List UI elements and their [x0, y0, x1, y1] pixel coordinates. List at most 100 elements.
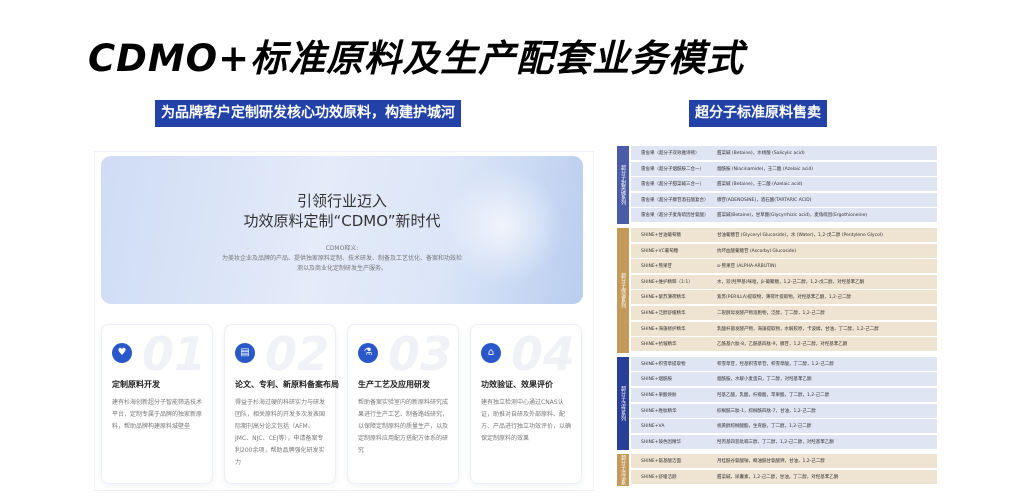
table-row: 雷舍果（超分子烟酰胺二合一） 烟酰胺 (Niacinamide)，壬二酸 (Aze…: [631, 161, 937, 177]
product-name: SHINE+玻色因精华: [641, 439, 682, 445]
product-name: SHINE+积雪草提取物: [641, 361, 686, 367]
product-name: SHINE+VC葡萄糖: [641, 248, 679, 254]
table-row: SHINE+胜肽精华 棕榈酰三肽-1，棕榈酰四肽-7，甘油，1,2-己二醇: [631, 403, 937, 419]
table-row: 雷舍果（超分子双效雅诗顿） 甜菜碱 (Betaine)，水杨酸 (Salicyli…: [631, 146, 937, 161]
table-row: SHINE+VC葡萄糖 抗坏血酸葡糖苷 (Ascorbyl Glucoside): [631, 243, 937, 259]
product-name: 雷舍果（超分子甜菜碱三合一）: [641, 182, 704, 188]
card-number: 04: [510, 327, 575, 381]
product-ingredients: 棕榈酰三肽-1，棕榈酰四肽-7，甘油，1,2-己二醇: [717, 408, 816, 414]
hero-title-line2: 功效原料定制“CDMO”新时代: [243, 212, 441, 230]
product-name: SHINE+海藻修护精华: [641, 326, 686, 332]
product-name: SHINE+维护精粹（1:1）: [641, 279, 693, 285]
heart-hand-icon: ♥: [112, 343, 132, 363]
hero-description: 为美妆企业及品牌的产品、提供独家原料定制、技术研发、制备及工艺优化、备案和功效检…: [222, 255, 463, 272]
card-description: 得益于杉海过硬的科研实力与研发团队，相关原料的开发多次发表国际期刊高分论文包括（…: [235, 399, 326, 466]
table-section: 超分子保湿系列 SHINE+甘油葡萄糖 甘油葡糖苷 (Glyceryl Glucos…: [617, 228, 937, 353]
product-ingredients: 甘油葡糖苷 (Glyceryl Glucoside)，水 (Water)，1,2…: [717, 233, 883, 238]
product-name: SHINE+VA: [641, 423, 665, 429]
card-number: 02: [264, 327, 329, 381]
table-row: SHINE+熊果苷 α-熊果苷 (ALPHA-ARBUTIN): [631, 259, 937, 275]
table-section: 超分子活性系列 SHINE+积雪草提取物 积雪草苷，羟基积雪草苷，积雪草酸，丁二醇，…: [617, 356, 937, 451]
product-ingredients: 紫苏(PERILLA)提取物，薄荷叶提取物，对羟基苯乙酮，1,2-己二醇: [717, 295, 851, 301]
product-name: SHINE+熊果苷: [641, 264, 673, 270]
card-title: 功效验证、效果评价: [481, 380, 553, 389]
product-ingredients: 腺苷(ADENOSINE)，酒石酸(TARTARIC ACID): [717, 197, 812, 203]
product-name: SHINE+舒缓洁颜: [641, 474, 677, 480]
card-title: 定制原料开发: [112, 380, 160, 389]
table-row: SHINE+玻色因精华 羟丙基四氢吡喃三醇，丁二醇，1,2-己二醇，对羟基苯乙酮: [631, 434, 937, 450]
product-name: 雷舍果（超分子麦角硫因甘氨酸）: [641, 213, 709, 219]
table-row: SHINE+积雪草提取物 积雪草苷，羟基积雪草苷，积雪草酸，丁二醇，1,2-己二醇: [631, 356, 937, 372]
product-table: 超分子甜菜碱系列 雷舍果（超分子双效雅诗顿） 甜菜碱 (Betaine)，水杨酸 (…: [608, 146, 937, 491]
hero-banner: 引领行业迈入 功效原料定制“CDMO”新时代 CDMO释义: 为美妆企业及品牌的…: [101, 156, 583, 304]
left-tag: 为品牌客户定制研发核心功效原料，构建护城河: [155, 100, 461, 127]
product-name: SHINE+胜肽精华: [641, 408, 677, 414]
product-name: SHINE+烟酰胺: [641, 377, 673, 383]
table-row: 雷舍果（超分子甜菜碱三合一） 甜菜碱 (Betaine)，壬二酸 (Azelaic…: [631, 177, 937, 193]
section-label: 超分子保湿系列: [617, 228, 629, 353]
section-label: 超分子甜菜碱系列: [617, 146, 629, 224]
table-row: SHINE+抗皱精华 乙酰基六肽-8，乙酰基四肽-9，腺苷，1,2-己二醇，对羟基…: [631, 337, 937, 353]
product-ingredients: α-熊果苷 (ALPHA-ARBUTIN): [717, 264, 777, 270]
document-icon: ▤: [235, 343, 255, 363]
table-row: SHINE+维护精粹（1:1） 水，双(羟甲基)咪唑，β-葡聚糖，1,2-己二醇，…: [631, 274, 937, 290]
table-section: 超分子甜菜碱系列 雷舍果（超分子双效雅诗顿） 甜菜碱 (Betaine)，水杨酸 (…: [617, 146, 937, 224]
product-ingredients: 月桂酰谷氨酸钠，椰油酰甘氨酸钾，甘油，1,2-己二醇: [717, 459, 825, 465]
product-name: 雷舍果（超分子腺苷酒石酸复合）: [641, 197, 709, 203]
product-ingredients: 羟基乙酸，乳酸，柠檬酸，苹果酸，丁二醇，1,2-己二醇: [717, 392, 830, 398]
product-ingredients: 水，双(羟甲基)咪唑，β-葡聚糖，1,2-己二醇，1,2-戊二醇，对羟基苯乙酮: [717, 279, 865, 285]
card-description: 建有独立检测中心通过CNAS认证，助推对自研及外部原料、配方、产品进行独立功效评…: [481, 399, 572, 442]
table-row: SHINE+甘油葡萄糖 甘油葡糖苷 (Glyceryl Glucoside)，水 …: [631, 228, 937, 243]
table-row: SHINE+泛醇舒缓精华 二裂酵母发酵产物溶胞物，泛醇，丁二醇，1,2-己二醇: [631, 306, 937, 321]
service-cards: 01 ♥ 定制原料开发 建有杉海创新超分子智能筛选技术平台，定制专属于品牌的独家…: [101, 324, 583, 484]
product-ingredients: 二裂酵母发酵产物溶胞物，泛醇，丁二醇，1,2-己二醇: [717, 311, 825, 316]
right-tag: 超分子标准原料售卖: [689, 100, 827, 127]
product-ingredients: 羟丙基四氢吡喃三醇，丁二醇，1,2-己二醇，对羟基苯乙酮: [717, 439, 834, 445]
product-name: 雷舍果（超分子双效雅诗顿）: [641, 151, 700, 156]
product-name: 雷舍果（超分子烟酰胺二合一）: [641, 166, 704, 172]
table-row: SHINE+紫苏薄荷精华 紫苏(PERILLA)提取物，薄荷叶提取物，对羟基苯乙酮…: [631, 290, 937, 306]
product-ingredients: 甜菜碱，尿囊素，1,2-己二醇，甘油，丁二醇，对羟基苯乙酮: [717, 474, 839, 480]
table-row: 雷舍果（超分子麦角硫因甘氨酸） 甜菜碱(Betaine)，甘草酸(Glycyrrh…: [631, 208, 937, 224]
hero-subtitle: CDMO释义:: [325, 245, 359, 252]
cdmo-panel: 引领行业迈入 功效原料定制“CDMO”新时代 CDMO释义: 为美妆企业及品牌的…: [94, 151, 594, 491]
card-number: 03: [387, 327, 452, 381]
house-icon: ⌂: [481, 343, 501, 363]
table-row: SHINE+VA 视黄醇棕榈酸酯，生育酚，丁二醇，1,2-己二醇: [631, 419, 937, 435]
table-row: SHINE+氨基酸洁面 月桂酰谷氨酸钠，椰油酰甘氨酸钾，甘油，1,2-己二醇: [631, 454, 937, 470]
product-name: SHINE+果酸焕肤: [641, 392, 677, 398]
service-card: 03 ⚗ 生产工艺及应用研发 帮助备案实验室内的新原料研究成果进行生产工艺、制备…: [347, 324, 459, 484]
product-ingredients: 抗坏血酸葡糖苷 (Ascorbyl Glucoside): [717, 248, 797, 254]
product-name: SHINE+紫苏薄荷精华: [641, 295, 686, 301]
product-ingredients: 甜菜碱(Betaine)，甘草酸(Glycyrrhizic acid)，麦角硫因…: [717, 213, 868, 219]
product-ingredients: 乙酰基六肽-8，乙酰基四肽-9，腺苷，1,2-己二醇，对羟基苯乙酮: [717, 342, 848, 348]
service-card: 02 ▤ 论文、专利、新原料备案布局 得益于杉海过硬的科研实力与研发团队，相关原…: [224, 324, 339, 484]
section-label: 超分子清洁系列: [608, 454, 629, 486]
product-ingredients: 乳酸杆菌发酵产物，海藻提取物，水解胶原，卡波姆，甘油，丁二醇，1,2-己二醇: [717, 326, 879, 332]
product-ingredients: 甜菜碱 (Betaine)，壬二酸 (Azelaic acid): [717, 182, 803, 188]
table-row: SHINE+果酸焕肤 羟基乙酸，乳酸，柠檬酸，苹果酸，丁二醇，1,2-己二醇: [631, 387, 937, 403]
product-ingredients: 视黄醇棕榈酸酯，生育酚，丁二醇，1,2-己二醇: [717, 424, 812, 430]
table-row: 雷舍果（超分子腺苷酒石酸复合） 腺苷(ADENOSINE)，酒石酸(TARTARI…: [631, 192, 937, 208]
product-ingredients: 甜菜碱 (Betaine)，水杨酸 (Salicylic acid): [717, 151, 805, 156]
product-ingredients: 积雪草苷，羟基积雪草苷，积雪草酸，丁二醇，1,2-己二醇: [717, 361, 834, 367]
product-ingredients: 烟酰胺 (Niacinamide)，壬二酸 (Azelaic acid): [717, 166, 814, 172]
product-name: SHINE+氨基酸洁面: [641, 459, 682, 465]
table-section: 超分子清洁系列 SHINE+氨基酸洁面 月桂酰谷氨酸钠，椰油酰甘氨酸钾，甘油，1,2…: [608, 454, 937, 486]
service-card: 01 ♥ 定制原料开发 建有杉海创新超分子智能筛选技术平台，定制专属于品牌的独家…: [101, 324, 213, 484]
card-title: 生产工艺及应用研发: [358, 380, 430, 389]
product-ingredients: 烟酰胺，水解小麦蛋白，丁二醇，对羟基苯乙酮: [717, 377, 812, 383]
table-row: SHINE+海藻修护精华 乳酸杆菌发酵产物，海藻提取物，水解胶原，卡波姆，甘油，丁…: [631, 321, 937, 337]
page-title: CDMO+标准原料及生产配套业务模式: [88, 37, 745, 80]
section-label: 超分子活性系列: [617, 356, 629, 451]
product-name: SHINE+甘油葡萄糖: [641, 233, 682, 238]
hero-title-line1: 引领行业迈入: [296, 192, 387, 210]
card-description: 建有杉海创新超分子智能筛选技术平台，定制专属于品牌的独家新原料，帮助品牌构建原料…: [112, 399, 203, 430]
table-row: SHINE+舒缓洁颜 甜菜碱，尿囊素，1,2-己二醇，甘油，丁二醇，对羟基苯乙酮: [631, 469, 937, 485]
card-title: 论文、专利、新原料备案布局: [235, 380, 339, 389]
card-number: 01: [141, 327, 206, 381]
table-row: SHINE+烟酰胺 烟酰胺，水解小麦蛋白，丁二醇，对羟基苯乙酮: [631, 372, 937, 388]
service-card: 04 ⌂ 功效验证、效果评价 建有独立检测中心通过CNAS认证，助推对自研及外部…: [470, 324, 582, 484]
product-name: SHINE+抗皱精华: [641, 342, 677, 348]
flask-icon: ⚗: [358, 343, 378, 363]
